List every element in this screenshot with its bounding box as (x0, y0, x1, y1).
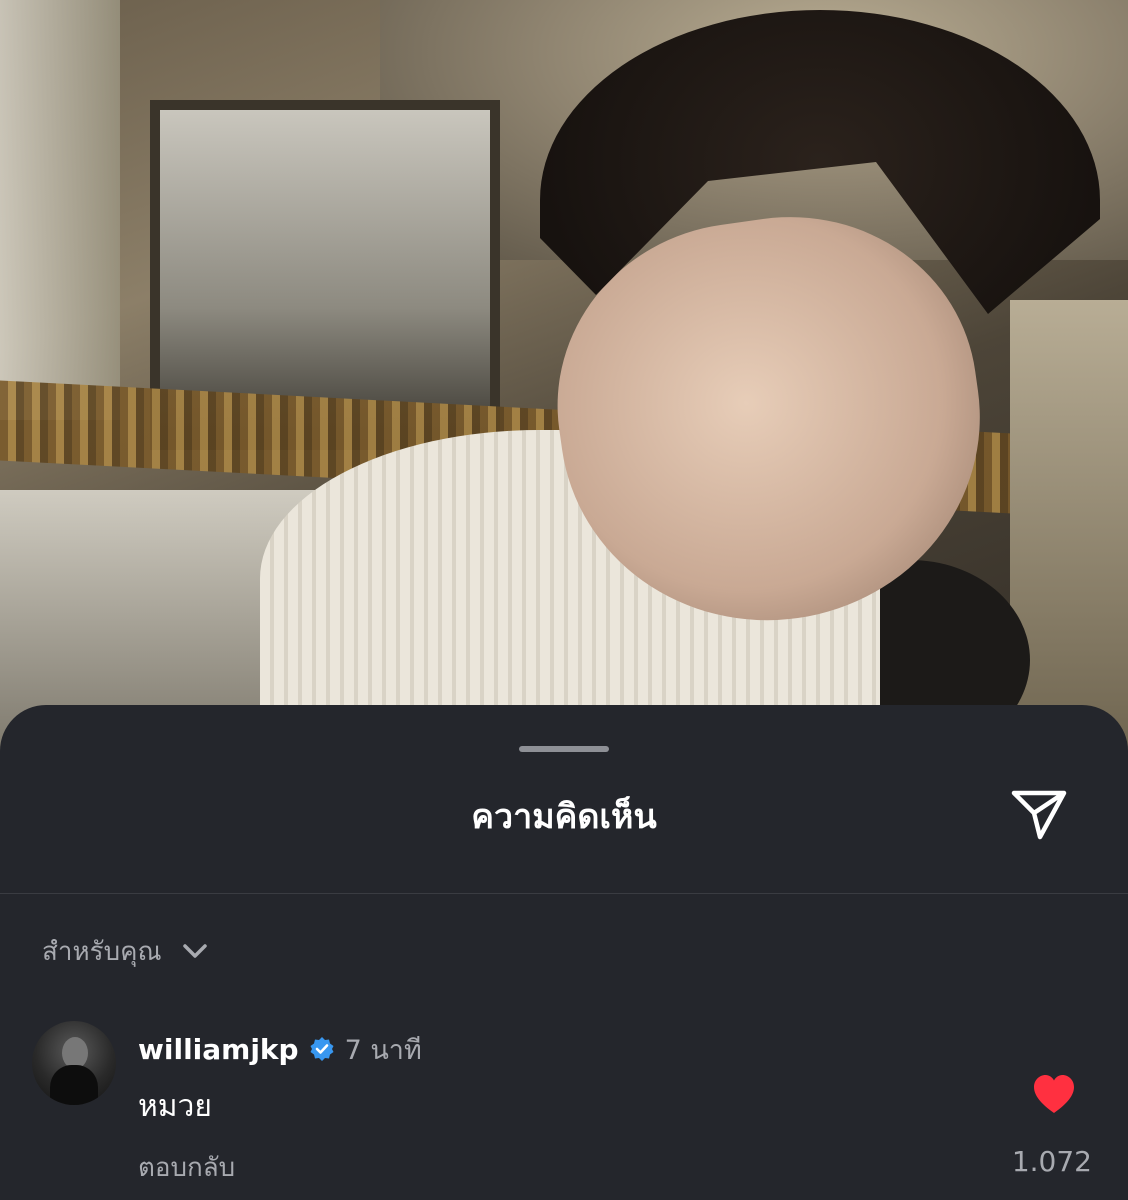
avatar-body (50, 1065, 98, 1105)
sheet-drag-handle[interactable] (519, 746, 609, 752)
photo-window (0, 0, 120, 420)
post-photo[interactable] (0, 0, 1128, 760)
sheet-divider (0, 893, 1128, 894)
screen: ความคิดเห็น สำหรับคุณ williamjkp 7 นาที … (0, 0, 1128, 1200)
sheet-title: ความคิดเห็น (471, 797, 657, 837)
comment-meta: williamjkp 7 นาที (138, 1029, 422, 1069)
photo-right-panel (1010, 300, 1128, 760)
send-icon (1011, 790, 1067, 840)
avatar[interactable] (32, 1021, 116, 1105)
chevron-down-icon (182, 944, 207, 958)
heart-icon (1034, 1075, 1074, 1113)
comments-sheet: ความคิดเห็น สำหรับคุณ williamjkp 7 นาที … (0, 705, 1128, 1200)
verified-badge-icon (310, 1037, 334, 1061)
comment-text: หมวย (138, 1089, 212, 1124)
like-button[interactable] (1032, 1073, 1076, 1117)
comment-username[interactable]: williamjkp (138, 1033, 299, 1066)
comment-item: williamjkp 7 นาที หมวย ตอบกลับ 1.072 (32, 1021, 1102, 1200)
reply-button[interactable]: ตอบกลับ (138, 1147, 235, 1188)
sort-filter-label: สำหรับคุณ (42, 936, 162, 967)
sort-filter-dropdown[interactable]: สำหรับคุณ (42, 931, 210, 971)
share-button[interactable] (1006, 781, 1072, 847)
comment-time: 7 นาที (344, 1034, 422, 1066)
like-count: 1.072 (1011, 1145, 1092, 1178)
